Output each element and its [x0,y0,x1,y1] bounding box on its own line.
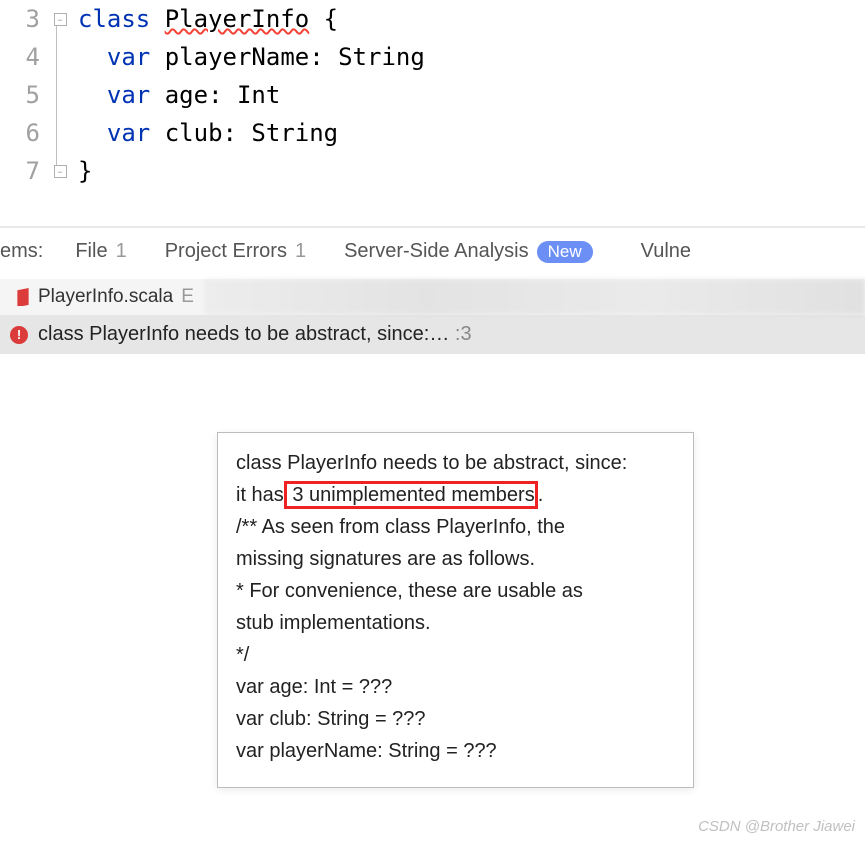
tab-project-errors[interactable]: Project Errors 1 [159,236,312,267]
keyword-class: class [78,5,150,33]
tab-count: 1 [116,240,127,263]
code-text[interactable]: var age: Int [70,76,280,114]
tooltip-line: */ [236,639,675,671]
tooltip-line: var club: String = ??? [236,703,675,735]
highlight-annotation: 3 unimplemented members [284,481,538,509]
error-item[interactable]: ! class PlayerInfo needs to be abstract,… [0,315,865,354]
error-location: :3 [455,323,472,345]
tooltip-line: stub implementations. [236,607,675,639]
tooltip-line: var playerName: String = ??? [236,735,675,767]
blurred-region [204,279,865,315]
line-number: 3 [0,0,50,38]
line-number: 5 [0,76,50,114]
tab-file[interactable]: File 1 [69,236,132,267]
tab-count: 1 [295,240,306,263]
file-name: PlayerInfo.scala [38,286,173,308]
line-number: 7 [0,152,50,190]
file-tab-bar: PlayerInfo.scala E [0,279,865,315]
fold-close-icon[interactable]: − [54,165,67,178]
fold-gutter [50,38,70,76]
tooltip-line: it has 3 unimplemented members. [236,479,675,511]
tooltip-line: var age: Int = ??? [236,671,675,703]
problems-label: ems: [0,240,43,263]
new-badge: New [537,241,593,263]
line-number: 4 [0,38,50,76]
code-text[interactable]: class PlayerInfo { [70,0,338,38]
tooltip-line: missing signatures are as follows. [236,543,675,575]
error-tooltip: class PlayerInfo needs to be abstract, s… [217,432,694,788]
watermark: CSDN @Brother Jiawei [698,818,855,835]
tab-label: File [75,240,107,263]
line-number: 6 [0,114,50,152]
tab-label: Server-Side Analysis [344,240,529,263]
tab-label: Vulne [641,240,691,263]
keyword-var: var [107,81,150,109]
scala-file-icon [14,288,32,306]
code-text[interactable]: var club: String [70,114,338,152]
fold-gutter[interactable]: − [50,152,70,190]
tooltip-line: /** As seen from class PlayerInfo, the [236,511,675,543]
fold-gutter [50,114,70,152]
tab-vulnerabilities[interactable]: Vulne [635,236,697,267]
keyword-var: var [107,119,150,147]
error-message: class PlayerInfo needs to be abstract, s… [38,323,472,346]
tooltip-line: * For convenience, these are usable as [236,575,675,607]
code-text[interactable]: } [70,152,92,190]
tab-label: Project Errors [165,240,287,263]
error-squiggly[interactable]: PlayerInfo [165,5,310,33]
problems-tabs: ems: File 1 Project Errors 1 Server-Side… [0,228,865,279]
file-extra: E [181,286,194,308]
file-tab[interactable]: PlayerInfo.scala E [4,280,204,314]
keyword-var: var [107,43,150,71]
code-text[interactable]: var playerName: String [70,38,425,76]
code-editor[interactable]: 3 − class PlayerInfo { 4 var playerName:… [0,0,865,190]
fold-gutter[interactable]: − [50,0,70,38]
tab-server-side[interactable]: Server-Side Analysis New [338,236,599,267]
fold-gutter [50,76,70,114]
error-icon: ! [10,326,28,344]
fold-open-icon[interactable]: − [54,13,67,26]
tooltip-line: class PlayerInfo needs to be abstract, s… [236,447,675,479]
